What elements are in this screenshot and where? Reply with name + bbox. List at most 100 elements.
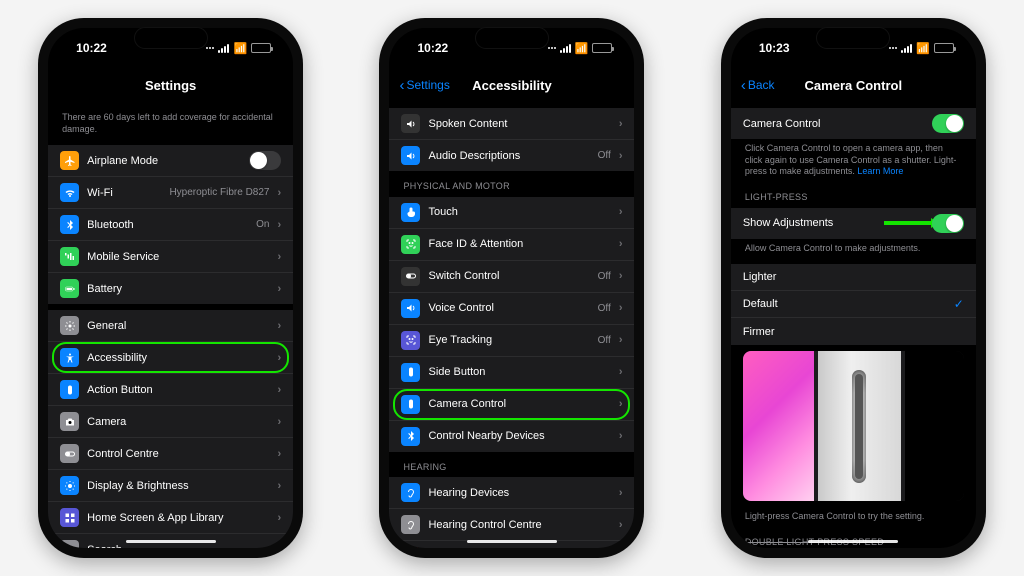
- row-label: Firmer: [743, 326, 964, 338]
- toggle-show-adjustments[interactable]: [932, 214, 964, 233]
- row-detail: Off: [598, 150, 611, 161]
- row-side[interactable]: Side Button›: [389, 357, 634, 389]
- row-detail: On: [256, 219, 269, 230]
- row-camera-control-toggle[interactable]: Camera Control: [731, 108, 976, 139]
- toggle-camera-control[interactable]: [932, 114, 964, 133]
- row-bluetooth[interactable]: Bluetooth On ›: [48, 209, 293, 241]
- back-label: Back: [748, 78, 775, 92]
- row-label: Control Nearby Devices: [428, 430, 610, 442]
- wifi-icon: [60, 183, 79, 202]
- dynamic-island: [134, 27, 208, 49]
- section-header-hearing: Hearing: [389, 458, 634, 478]
- row-display[interactable]: Display & Brightness›: [48, 470, 293, 502]
- row-camera[interactable]: Camera›: [48, 406, 293, 438]
- row-control[interactable]: Control Centre›: [48, 438, 293, 470]
- nav-bar: ‹ Back Camera Control: [731, 68, 976, 102]
- row-faceid[interactable]: Face ID & Attention›: [389, 229, 634, 261]
- row-nearby[interactable]: Control Nearby Devices ›: [389, 421, 634, 452]
- row-wifi[interactable]: Wi-FiHyperoptic Fibre D827›: [48, 177, 293, 209]
- accessibility-icon: [60, 348, 79, 367]
- chevron-right-icon: ›: [619, 487, 623, 499]
- home-indicator[interactable]: [126, 540, 216, 543]
- back-button[interactable]: ‹ Back: [741, 77, 775, 94]
- row-camctrl[interactable]: Camera Control›: [389, 389, 634, 421]
- chevron-right-icon: ›: [277, 384, 281, 396]
- row-label: Camera Control: [428, 398, 610, 410]
- row-audiodesc[interactable]: Audio DescriptionsOff›: [389, 140, 634, 171]
- voice-icon: [401, 299, 420, 318]
- row-label: Face ID & Attention: [428, 238, 610, 250]
- row-voice[interactable]: Voice ControlOff›: [389, 293, 634, 325]
- chevron-right-icon: ›: [277, 187, 281, 199]
- row-hearingctr[interactable]: Hearing Control Centre ›: [389, 509, 634, 541]
- chevron-left-icon: ‹: [741, 77, 746, 94]
- row-label: Touch: [428, 206, 610, 218]
- row-label: Control Centre: [87, 448, 269, 460]
- row-hearingdev[interactable]: Hearing Devices›: [389, 477, 634, 509]
- chevron-right-icon: ›: [619, 519, 623, 531]
- nav-bar: ‹ Settings Accessibility: [389, 68, 634, 102]
- status-time: 10:22: [76, 41, 107, 55]
- row-label: Bluetooth: [87, 219, 248, 231]
- show-adjust-footer: Allow Camera Control to make adjustments…: [731, 239, 976, 259]
- row-label: Action Button: [87, 384, 269, 396]
- preview-caption: Light-press Camera Control to try the se…: [731, 507, 976, 527]
- chevron-right-icon: ›: [619, 270, 623, 282]
- home-indicator[interactable]: [467, 540, 557, 543]
- row-eye[interactable]: Eye TrackingOff›: [389, 325, 634, 357]
- dynamic-island: [475, 27, 549, 49]
- learn-more-link[interactable]: Learn More: [857, 166, 903, 176]
- row-home[interactable]: Home Screen & App Library ›: [48, 502, 293, 534]
- camctrl-icon: [401, 395, 420, 414]
- row-lighter[interactable]: Lighter: [731, 264, 976, 291]
- row-firmer[interactable]: Firmer: [731, 318, 976, 345]
- chevron-right-icon: ›: [277, 219, 281, 231]
- row-general[interactable]: General›: [48, 310, 293, 342]
- chevron-right-icon: ›: [277, 283, 281, 295]
- page-title: Accessibility: [472, 78, 552, 93]
- back-label: Settings: [406, 78, 449, 92]
- row-touch[interactable]: Touch›: [389, 197, 634, 229]
- home-indicator[interactable]: [808, 540, 898, 543]
- dynamic-island: [816, 27, 890, 49]
- row-default[interactable]: Default✓: [731, 291, 976, 318]
- chevron-right-icon: ›: [619, 118, 623, 130]
- row-switch[interactable]: Switch ControlOff›: [389, 261, 634, 293]
- chevron-right-icon: ›: [277, 416, 281, 428]
- row-label: Voice Control: [428, 302, 589, 314]
- back-button[interactable]: ‹ Settings: [399, 77, 449, 94]
- row-battery[interactable]: Battery›: [48, 273, 293, 304]
- audiodesc-icon: [401, 146, 420, 165]
- row-label: Default: [743, 298, 946, 310]
- row-label: Home Screen & App Library: [87, 512, 269, 524]
- phone-mockup-camera-control: 10:23 📶 ‹ Back Camera Control Camera Con…: [721, 18, 986, 558]
- row-detail: Off: [598, 271, 611, 282]
- section-header-lightpress: Light-Press: [731, 188, 976, 208]
- row-spoken[interactable]: Spoken Content ›: [389, 108, 634, 140]
- toggle-airplane[interactable]: [249, 151, 281, 170]
- chevron-right-icon: ›: [277, 352, 281, 364]
- row-label: Eye Tracking: [428, 334, 589, 346]
- chevron-right-icon: ›: [277, 512, 281, 524]
- hearingctr-icon: [401, 515, 420, 534]
- chevron-right-icon: ›: [619, 430, 623, 442]
- cellular-icon: [560, 44, 571, 53]
- row-label: Side Button: [428, 366, 610, 378]
- battery-icon: [934, 43, 954, 53]
- row-show-adjustments[interactable]: Show Adjustments: [731, 208, 976, 239]
- side-icon: [401, 363, 420, 382]
- row-accessibility[interactable]: Accessibility ›: [48, 342, 293, 374]
- page-title: Camera Control: [805, 78, 903, 93]
- chevron-right-icon: ›: [619, 334, 623, 346]
- row-label: General: [87, 320, 269, 332]
- control-icon: [60, 444, 79, 463]
- row-label: Accessibility: [87, 352, 269, 364]
- row-label: Spoken Content: [428, 118, 610, 130]
- row-action[interactable]: Action Button ›: [48, 374, 293, 406]
- row-label: Hearing Control Centre: [428, 519, 610, 531]
- general-icon: [60, 316, 79, 335]
- switch-icon: [401, 267, 420, 286]
- row-mobile[interactable]: Mobile Service›: [48, 241, 293, 273]
- row-airplane[interactable]: Airplane Mode: [48, 145, 293, 177]
- display-icon: [60, 476, 79, 495]
